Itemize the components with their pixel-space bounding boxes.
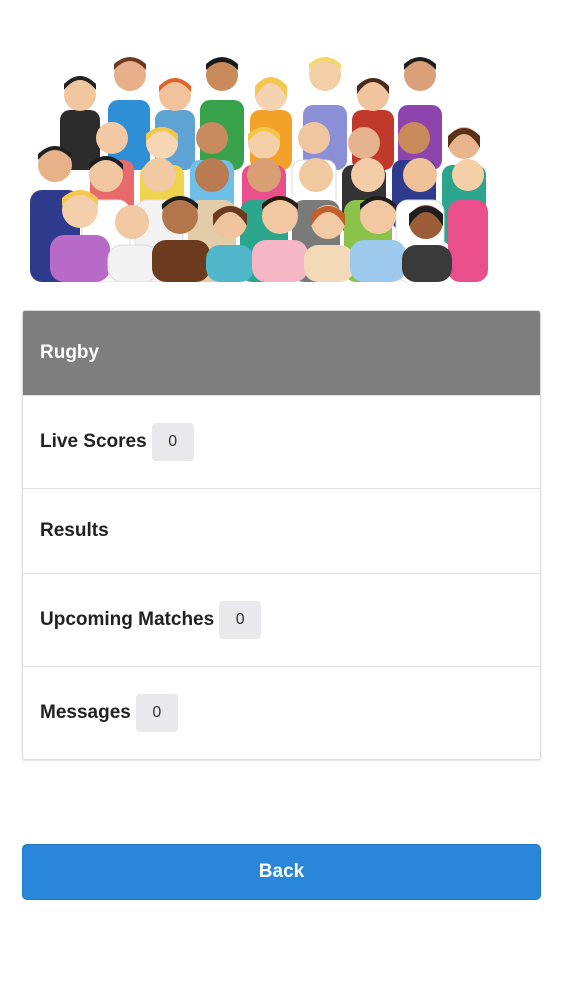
count-badge: 0 <box>151 423 194 461</box>
menu-item-results[interactable]: Results <box>23 488 540 573</box>
menu-item-live-scores[interactable]: Live Scores 0 <box>23 395 540 488</box>
menu-header: Rugby <box>23 311 540 395</box>
menu-item-label: Upcoming Matches <box>40 609 215 630</box>
menu-item-label: Messages <box>40 702 131 723</box>
count-badge: 0 <box>135 694 178 732</box>
menu-item-label: Live Scores <box>40 431 147 452</box>
crowd-illustration <box>20 50 500 282</box>
rugby-menu: Rugby Live Scores 0 Results Upcoming Mat… <box>22 310 541 760</box>
count-badge: 0 <box>219 601 262 639</box>
menu-item-upcoming-matches[interactable]: Upcoming Matches 0 <box>23 573 540 666</box>
menu-item-messages[interactable]: Messages 0 <box>23 666 540 759</box>
menu-title: Rugby <box>40 342 100 363</box>
menu-item-label: Results <box>40 520 109 541</box>
back-button[interactable]: Back <box>22 844 541 900</box>
